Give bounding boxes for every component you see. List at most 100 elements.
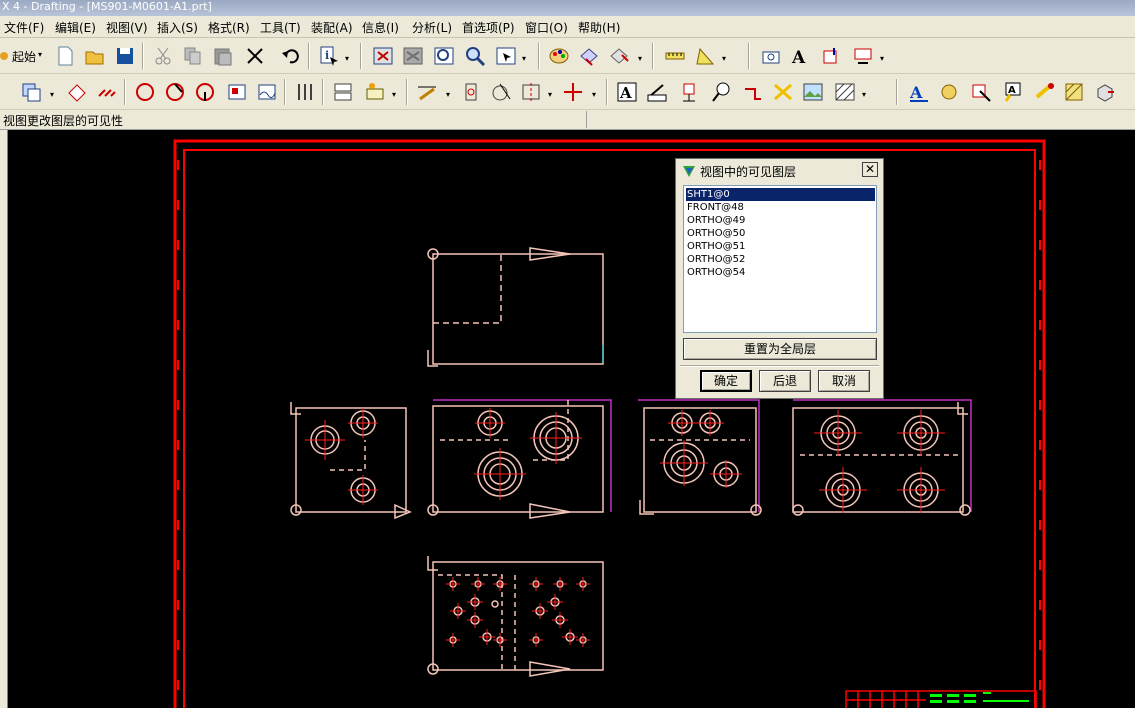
start-button[interactable]: 起始 ▾ bbox=[0, 46, 46, 66]
refresh-icon bbox=[403, 47, 423, 65]
revolved-section-icon bbox=[228, 84, 246, 100]
delete-button[interactable] bbox=[244, 45, 266, 67]
left-edge-strip bbox=[0, 130, 8, 708]
menu-info[interactable]: 信息(I) bbox=[362, 19, 399, 36]
menu-assembly[interactable]: 装配(A) bbox=[311, 19, 353, 36]
edit-associativity-button[interactable] bbox=[1034, 81, 1056, 103]
show-hide-button[interactable] bbox=[578, 45, 600, 67]
view-dependent-edit-button[interactable] bbox=[364, 81, 386, 103]
measure-angle-button[interactable] bbox=[694, 45, 716, 67]
information-button[interactable]: i bbox=[318, 45, 340, 67]
menu-view[interactable]: 视图(V) bbox=[106, 19, 148, 36]
cut-button[interactable] bbox=[152, 45, 174, 67]
centerline-button[interactable] bbox=[416, 81, 438, 103]
section-line-preferences-button[interactable] bbox=[820, 45, 842, 67]
refresh-button[interactable] bbox=[402, 45, 424, 67]
save-disk-icon bbox=[117, 48, 133, 64]
layer-list-item[interactable]: ORTHO@52 bbox=[686, 253, 745, 266]
show-hide-icon bbox=[580, 48, 598, 66]
ok-button[interactable]: 确定 bbox=[700, 370, 752, 392]
menu-edit[interactable]: 编辑(E) bbox=[55, 19, 96, 36]
drafting-preferences-button[interactable] bbox=[760, 45, 782, 67]
fit-button[interactable] bbox=[372, 45, 394, 67]
delete-x-icon bbox=[247, 48, 263, 64]
pan-button[interactable] bbox=[495, 45, 517, 67]
feature-control-frame-button[interactable] bbox=[646, 81, 668, 103]
crosshatch-icon bbox=[835, 83, 855, 101]
save-button[interactable] bbox=[114, 45, 136, 67]
layer-list-item[interactable]: ORTHO@54 bbox=[686, 266, 745, 279]
dialog-close-button[interactable]: ✕ bbox=[862, 162, 878, 177]
edit-label-button[interactable]: A bbox=[1002, 81, 1024, 103]
projected-view-button[interactable] bbox=[96, 81, 118, 103]
menu-preferences[interactable]: 首选项(P) bbox=[462, 19, 515, 36]
symmetric-centerline-button[interactable] bbox=[520, 81, 542, 103]
zoom-in-out-button[interactable] bbox=[464, 45, 486, 67]
edit-style-button[interactable] bbox=[970, 81, 992, 103]
base-view-button[interactable] bbox=[66, 81, 88, 103]
annotation-preferences-button[interactable]: A bbox=[790, 45, 812, 68]
copy-button[interactable] bbox=[182, 45, 204, 67]
dialog-title: 视图中的可见图层 bbox=[700, 165, 797, 179]
menu-insert[interactable]: 插入(S) bbox=[157, 19, 198, 36]
window-title: X 4 - Drafting - [MS901-M0601-A1.prt] bbox=[0, 0, 1135, 16]
zoom-button[interactable] bbox=[433, 45, 455, 67]
layer-list-item[interactable]: ORTHO@49 bbox=[686, 214, 745, 227]
menu-window[interactable]: 窗口(O) bbox=[525, 19, 568, 36]
edit-annotation-button[interactable] bbox=[938, 81, 960, 103]
standard-toolbar: 起始 ▾ i ▾ ▾ ▾ ▾ A ▾ bbox=[0, 38, 1135, 74]
revolved-section-button[interactable] bbox=[226, 81, 248, 103]
measure-distance-button[interactable] bbox=[664, 45, 686, 67]
menu-file[interactable]: 文件(F) bbox=[4, 19, 44, 36]
weld-symbol-button[interactable] bbox=[772, 81, 794, 103]
circular-centerline-button[interactable] bbox=[490, 81, 512, 103]
layer-list-item[interactable]: SHT1@0 bbox=[686, 188, 875, 201]
new-sheet-button[interactable] bbox=[20, 81, 42, 103]
crosshatch-button[interactable] bbox=[834, 81, 856, 103]
image-button[interactable] bbox=[802, 81, 824, 103]
open-file-button[interactable] bbox=[84, 45, 106, 67]
balloon-button[interactable] bbox=[710, 81, 732, 103]
undo-button[interactable] bbox=[280, 45, 302, 67]
edit-object-display-button[interactable] bbox=[548, 45, 570, 67]
layer-list-item[interactable]: FRONT@48 bbox=[686, 201, 744, 214]
edit-view-boundary-button[interactable] bbox=[1094, 81, 1116, 103]
prompt-text: 视图更改图层的可见性 bbox=[3, 114, 124, 128]
utility-symbol-button[interactable] bbox=[562, 81, 584, 103]
back-button[interactable]: 后退 bbox=[759, 370, 811, 392]
view-label-icon bbox=[854, 48, 872, 64]
hide-button[interactable] bbox=[608, 45, 630, 67]
detail-view-button[interactable] bbox=[134, 81, 156, 103]
cancel-button[interactable]: 取消 bbox=[818, 370, 870, 392]
edit-crosshatch-button[interactable] bbox=[1064, 81, 1086, 103]
bolt-circle-button[interactable] bbox=[460, 81, 482, 103]
update-views-button[interactable] bbox=[332, 81, 354, 103]
fit-view-icon bbox=[373, 47, 393, 65]
view-preferences-button[interactable] bbox=[852, 45, 874, 67]
paste-button[interactable] bbox=[212, 45, 234, 67]
reset-to-global-layers-button[interactable]: 重置为全局层 bbox=[683, 338, 877, 360]
section-view-button[interactable] bbox=[164, 81, 186, 103]
copy-icon bbox=[184, 47, 201, 65]
dialog-title-bar[interactable]: 视图中的可见图层 bbox=[678, 161, 881, 181]
half-section-icon bbox=[196, 83, 214, 101]
svg-text:A: A bbox=[1008, 85, 1016, 96]
sheet-icon bbox=[22, 83, 41, 102]
layer-list-item[interactable]: ORTHO@51 bbox=[686, 240, 745, 253]
menu-help[interactable]: 帮助(H) bbox=[578, 19, 620, 36]
menu-analysis[interactable]: 分析(L) bbox=[412, 19, 452, 36]
note-button[interactable]: A bbox=[616, 81, 638, 103]
base-view-icon bbox=[68, 84, 86, 102]
datum-feature-symbol-button[interactable] bbox=[678, 81, 700, 103]
surface-finish-button[interactable] bbox=[742, 81, 764, 103]
new-file-button[interactable] bbox=[54, 45, 76, 67]
menu-tools[interactable]: 工具(T) bbox=[260, 19, 301, 36]
view-boundary-button[interactable] bbox=[294, 81, 316, 103]
broken-view-button[interactable] bbox=[256, 81, 278, 103]
edit-text-button[interactable]: A bbox=[908, 81, 930, 103]
half-section-button[interactable] bbox=[194, 81, 216, 103]
layer-list-item[interactable]: ORTHO@50 bbox=[686, 227, 745, 240]
menu-format[interactable]: 格式(R) bbox=[208, 19, 250, 36]
graphics-window[interactable] bbox=[8, 130, 1135, 708]
layer-list[interactable]: SHT1@0 FRONT@48 ORTHO@49 ORTHO@50 ORTHO@… bbox=[683, 185, 877, 333]
